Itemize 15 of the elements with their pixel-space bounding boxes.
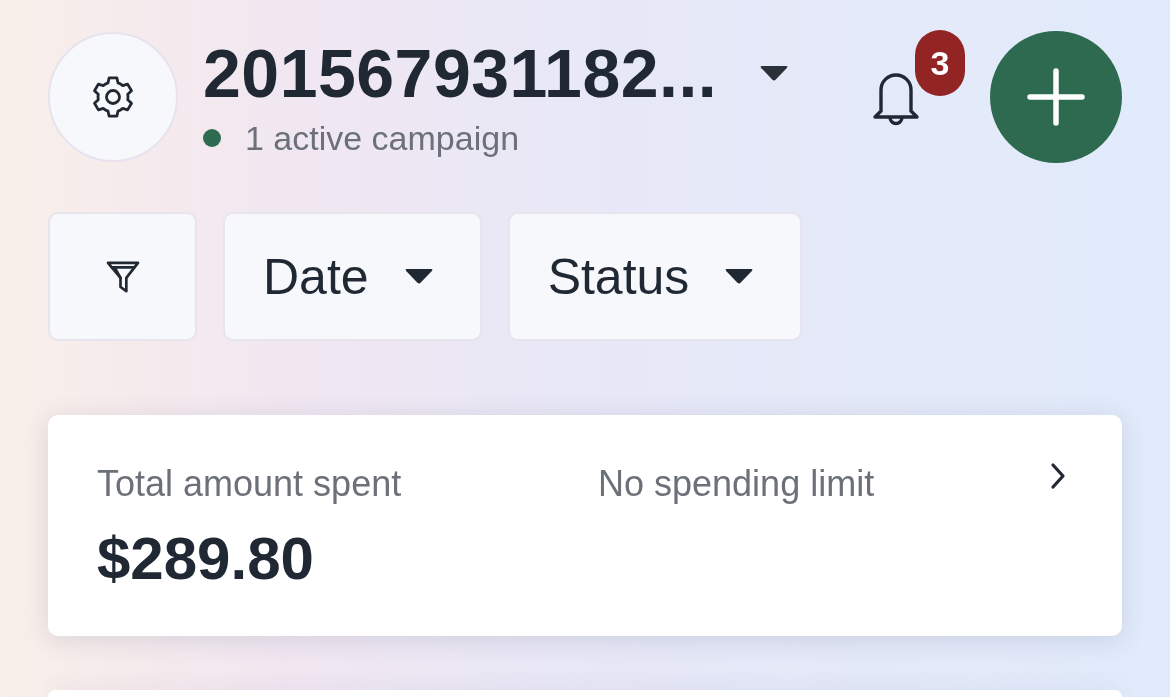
- account-dropdown[interactable]: 201567931182...: [203, 39, 790, 107]
- settings-icon: [91, 75, 135, 119]
- caret-icon: [759, 64, 790, 82]
- filter-dropdown[interactable]: Date: [223, 212, 482, 341]
- plus-icon: [1026, 67, 1086, 127]
- spend-summary-card[interactable]: Total amount spent $289.80 No spending limit: [48, 415, 1122, 636]
- spent-label: Total amount spent: [97, 462, 403, 506]
- caret-icon: [724, 268, 755, 285]
- notification-count: 3: [915, 30, 965, 96]
- status-dot-icon: [203, 129, 221, 147]
- spending-limit-text: No spending limit: [598, 462, 876, 506]
- caret-icon: [403, 268, 434, 285]
- spent-amount: $289.80: [97, 529, 315, 590]
- status-text: 1 active campaign: [245, 121, 520, 155]
- filter-dropdown[interactable]: Status: [507, 212, 803, 341]
